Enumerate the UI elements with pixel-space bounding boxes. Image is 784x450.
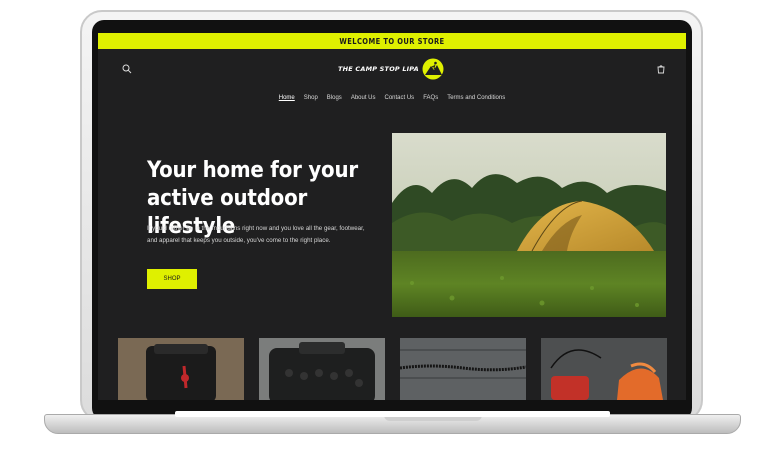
nav-item-home[interactable]: Home [279, 95, 295, 101]
mountain-climber-icon [422, 58, 444, 80]
announcement-text: WELCOME TO OUR STORE [339, 36, 445, 46]
nav-item-contact-us[interactable]: Contact Us [385, 95, 415, 101]
main-navigation: Home Shop Blogs About Us Contact Us FAQs… [98, 95, 686, 101]
nav-item-blogs[interactable]: Blogs [327, 95, 342, 101]
laptop-base-highlight [175, 411, 610, 417]
nav-item-faqs[interactable]: FAQs [423, 95, 438, 101]
product-tile-cord[interactable] [400, 338, 526, 400]
shop-button[interactable]: SHOP [147, 269, 197, 289]
product-tile-case[interactable] [259, 338, 385, 400]
product-tile-pouch[interactable] [541, 338, 667, 400]
browser-screen: WELCOME TO OUR STORE THE CAMP STOP LIPA … [98, 33, 686, 400]
nav-item-about-us[interactable]: About Us [351, 95, 376, 101]
search-icon[interactable] [122, 64, 132, 74]
product-tile-bag[interactable] [118, 338, 244, 400]
logo-text: THE CAMP STOP LIPA [338, 65, 419, 73]
cart-icon[interactable] [656, 64, 666, 74]
nav-item-terms[interactable]: Terms and Conditions [447, 95, 505, 101]
store-logo[interactable]: THE CAMP STOP LIPA [338, 58, 444, 80]
hero-description: If you'd rather be in the mountains righ… [147, 225, 365, 244]
nav-item-shop[interactable]: Shop [304, 95, 318, 101]
announcement-bar: WELCOME TO OUR STORE [98, 33, 686, 49]
hero-image-tent [392, 133, 666, 317]
laptop-base [44, 414, 741, 434]
